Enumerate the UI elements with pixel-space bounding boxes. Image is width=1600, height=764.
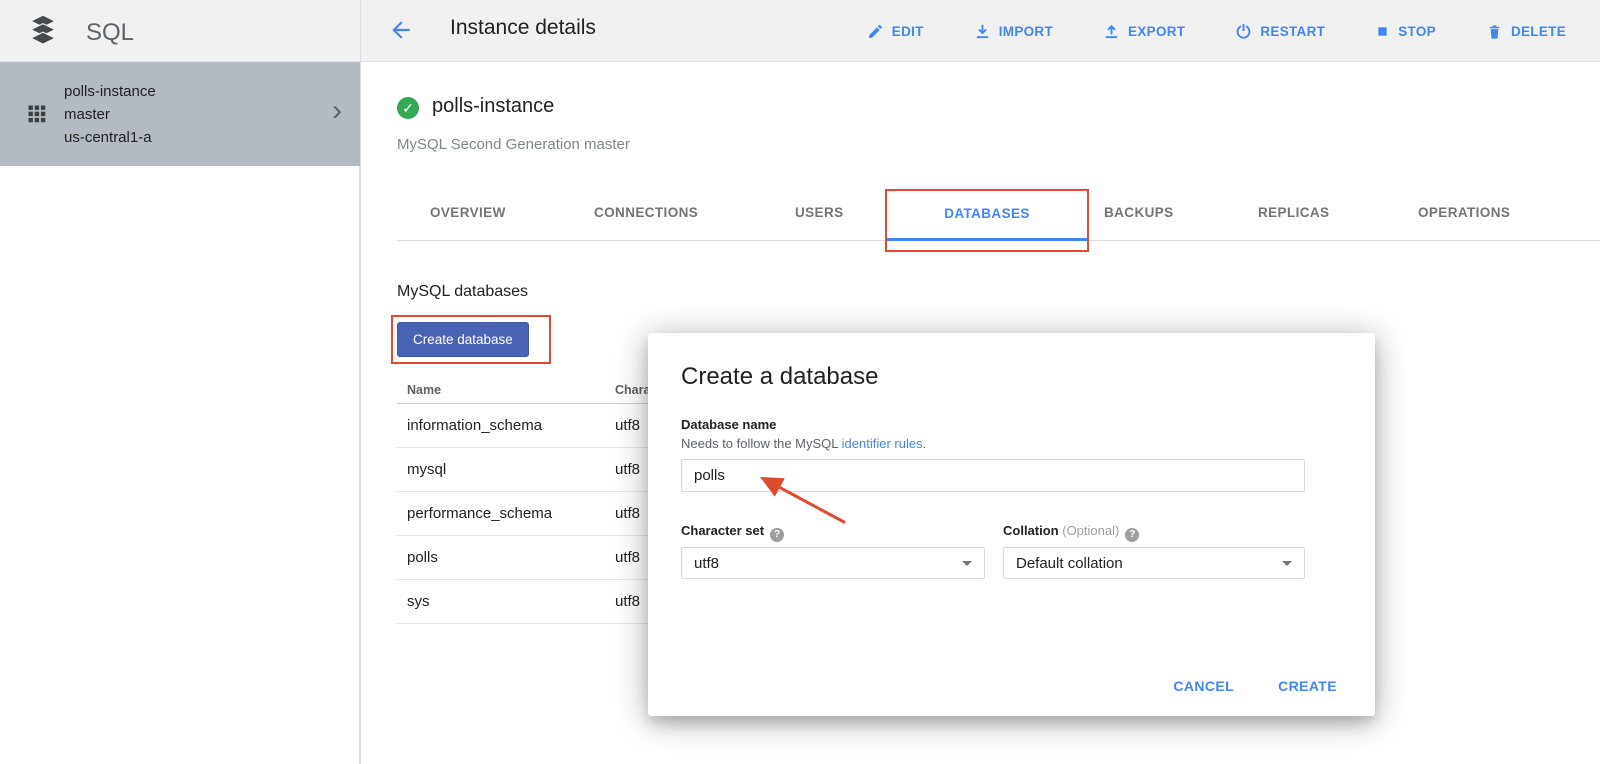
collation-dropdown[interactable]: Default collation [1003, 547, 1305, 579]
back-button[interactable] [388, 17, 416, 45]
character-set-dropdown[interactable]: utf8 [681, 547, 985, 579]
delete-button[interactable]: DELETE [1486, 23, 1566, 40]
trash-icon [1486, 23, 1503, 40]
vertical-divider [360, 0, 361, 764]
character-set-value: utf8 [694, 555, 719, 572]
sidebar-instance-zone: us-central1-a [64, 126, 332, 149]
create-button[interactable]: CREATE [1278, 678, 1337, 694]
database-name-input[interactable] [681, 459, 1305, 492]
header-action-bar: EDIT IMPORT EXPORT RESTART [867, 0, 1566, 62]
db-name-cell: information_schema [397, 417, 607, 434]
page-title: Instance details [450, 16, 596, 40]
instance-subtitle: MySQL Second Generation master [397, 136, 630, 153]
chevron-right-icon: › [332, 96, 342, 132]
create-database-dialog: Create a database Database name Needs to… [648, 333, 1375, 716]
restart-button[interactable]: RESTART [1235, 23, 1325, 40]
action-label: RESTART [1260, 24, 1325, 39]
dialog-buttons: CANCEL CREATE [1173, 678, 1337, 694]
stop-square-icon [1375, 24, 1390, 39]
edit-button[interactable]: EDIT [867, 23, 924, 40]
db-name-cell: polls [397, 549, 607, 566]
power-icon [1235, 23, 1252, 40]
pencil-icon [867, 23, 884, 40]
help-text-suffix: . [923, 436, 927, 451]
tab-backups[interactable]: BACKUPS [1104, 205, 1174, 220]
help-icon[interactable]: ? [1125, 528, 1139, 542]
help-icon[interactable]: ? [770, 528, 784, 542]
db-name-cell: sys [397, 593, 607, 610]
grid-icon [28, 105, 46, 123]
sidebar-instance-role: master [64, 103, 332, 126]
column-header-charset: Chara [607, 383, 650, 397]
character-set-label: Character set? [681, 523, 784, 542]
tab-users[interactable]: USERS [795, 205, 844, 220]
db-charset-cell: utf8 [607, 549, 640, 566]
collation-label: Collation (Optional)? [1003, 523, 1139, 542]
cloud-sql-logo-icon [26, 13, 60, 52]
sidebar-instance-item[interactable]: polls-instance master us-central1-a › [0, 62, 360, 166]
database-name-help: Needs to follow the MySQL identifier rul… [681, 436, 926, 451]
instance-name: polls-instance [432, 95, 554, 118]
db-charset-cell: utf8 [607, 505, 640, 522]
export-icon [1103, 23, 1120, 40]
tab-overview[interactable]: OVERVIEW [430, 205, 506, 220]
tab-connections[interactable]: CONNECTIONS [594, 205, 698, 220]
sidebar-instance-name: polls-instance [64, 80, 332, 103]
chevron-down-icon [962, 561, 972, 566]
tab-databases[interactable]: DATABASES [887, 189, 1087, 241]
create-database-button[interactable]: Create database [397, 322, 529, 357]
db-name-cell: mysql [397, 461, 607, 478]
action-label: STOP [1398, 24, 1436, 39]
action-label: IMPORT [999, 24, 1053, 39]
db-charset-cell: utf8 [607, 461, 640, 478]
sidebar: polls-instance master us-central1-a › [0, 62, 360, 764]
help-text-prefix: Needs to follow the MySQL [681, 436, 842, 451]
collation-value: Default collation [1016, 555, 1123, 572]
cancel-button[interactable]: CANCEL [1173, 678, 1234, 694]
arrow-left-icon [388, 17, 414, 43]
action-label: DELETE [1511, 24, 1566, 39]
status-check-icon: ✓ [397, 97, 419, 119]
column-header-name: Name [397, 383, 607, 397]
export-button[interactable]: EXPORT [1103, 23, 1185, 40]
app-logo: SQL [26, 13, 134, 52]
sidebar-instance-info: polls-instance master us-central1-a [64, 80, 332, 149]
app-name: SQL [86, 19, 134, 47]
chevron-down-icon [1282, 561, 1292, 566]
import-button[interactable]: IMPORT [974, 23, 1053, 40]
identifier-rules-link[interactable]: identifier rules [842, 436, 923, 451]
db-charset-cell: utf8 [607, 417, 640, 434]
tab-replicas[interactable]: REPLICAS [1258, 205, 1329, 220]
optional-hint: (Optional) [1062, 523, 1119, 538]
dialog-title: Create a database [681, 363, 878, 391]
section-heading: MySQL databases [397, 283, 528, 301]
action-label: EXPORT [1128, 24, 1185, 39]
tab-operations[interactable]: OPERATIONS [1418, 205, 1510, 220]
db-name-cell: performance_schema [397, 505, 607, 522]
db-charset-cell: utf8 [607, 593, 640, 610]
import-icon [974, 23, 991, 40]
stop-button[interactable]: STOP [1375, 24, 1436, 39]
database-name-label: Database name [681, 417, 776, 432]
action-label: EDIT [892, 24, 924, 39]
